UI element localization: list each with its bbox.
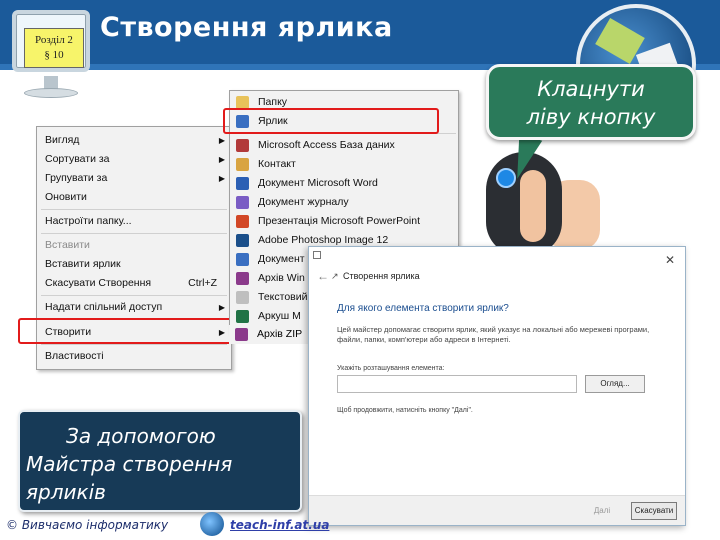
chevron-right-icon: ▶ [218, 303, 225, 312]
submenu-item-journal[interactable]: Документ журналу [230, 193, 458, 212]
submenu-item-zip-visible[interactable]: Архів ZIP [229, 325, 309, 344]
shortcut-arrow-icon: ↗ [331, 271, 339, 281]
location-input[interactable] [337, 375, 577, 393]
menu-item-undo-create[interactable]: Скасувати Створення Ctrl+Z [37, 274, 231, 293]
chevron-right-icon: ▶ [218, 155, 225, 164]
menu-item-view[interactable]: Вигляд ▶ [37, 131, 231, 150]
wizard-line2: Майстра створення [26, 452, 233, 476]
highlight-shortcut-item [223, 108, 439, 134]
footer-copyright: © Вивчаємо інформатику [6, 518, 169, 532]
globe-icon [200, 512, 224, 536]
section-badge: Розділ 2 § 10 [24, 28, 84, 68]
submenu-item-contact[interactable]: Контакт [230, 155, 458, 174]
powerpoint-icon [236, 215, 249, 228]
menu-item-group-by[interactable]: Групувати за ▶ [37, 169, 231, 188]
window-icon [313, 251, 321, 259]
highlight-new-item [18, 318, 232, 344]
callout-bubble: Клацнути ліву кнопку [486, 64, 696, 140]
excel-icon [236, 310, 249, 323]
word-icon [236, 177, 249, 190]
wizard-line3: ярликів [26, 480, 106, 504]
access-icon [236, 139, 249, 152]
contact-icon [236, 158, 249, 171]
back-arrow-icon[interactable]: ← [317, 269, 329, 283]
dialog-title: Створення ярлика [343, 271, 420, 281]
dialog-description: Цей майстер допомагає створити ярлик, як… [337, 325, 650, 344]
create-shortcut-dialog: ✕ ← ↗ Створення ярлика Для якого елемент… [308, 246, 686, 526]
dialog-footer: Далі Скасувати [309, 495, 685, 525]
journal-icon [236, 196, 249, 209]
submenu-item-powerpoint[interactable]: Презентація Microsoft PowerPoint [230, 212, 458, 231]
next-button[interactable]: Далі [579, 503, 625, 519]
dialog-titlebar: ✕ ← ↗ Створення ярлика [309, 247, 685, 291]
menu-item-paste[interactable]: Вставити [37, 236, 231, 255]
location-label: Укажіть розташування елемента: [337, 365, 445, 372]
section-line2: § 10 [44, 49, 64, 61]
archive-icon [236, 272, 249, 285]
shortcut-label: Ctrl+Z [188, 277, 217, 289]
document-icon [236, 253, 249, 266]
close-icon[interactable]: ✕ [665, 253, 675, 267]
wizard-line1: За допомогою [66, 424, 216, 448]
text-icon [236, 291, 249, 304]
wizard-label-box: За допомогою Майстра створення ярликів [18, 410, 302, 512]
chevron-right-icon: ▶ [218, 174, 225, 183]
menu-item-customize-folder[interactable]: Настроїти папку... [37, 212, 231, 231]
menu-separator [41, 233, 227, 234]
section-line1: Розділ 2 [35, 34, 73, 46]
dialog-heading: Для якого елемента створити ярлик? [337, 303, 509, 314]
menu-separator [41, 295, 227, 296]
footer-site-link[interactable]: teach-inf.at.ua [230, 518, 329, 532]
cancel-button[interactable]: Скасувати [631, 502, 677, 520]
submenu-item-access[interactable]: Microsoft Access База даних [230, 136, 458, 155]
menu-item-paste-shortcut[interactable]: Вставити ярлик [37, 255, 231, 274]
menu-separator [41, 209, 227, 210]
menu-item-share[interactable]: Надати спільний доступ ▶ [37, 298, 231, 317]
callout-line2: ліву кнопку [526, 105, 656, 129]
menu-separator [41, 344, 227, 345]
menu-item-properties[interactable]: Властивості [37, 347, 231, 366]
photoshop-icon [236, 234, 249, 247]
callout-line1: Клацнути [537, 77, 645, 101]
browse-button[interactable]: Огляд... [585, 375, 645, 393]
menu-item-sort-by[interactable]: Сортувати за ▶ [37, 150, 231, 169]
dialog-hint: Щоб продовжити, натисніть кнопку "Далі". [337, 407, 473, 414]
menu-item-refresh[interactable]: Оновити [37, 188, 231, 207]
zip-icon [235, 328, 248, 341]
page-title: Створення ярлика [100, 12, 393, 43]
submenu-item-word[interactable]: Документ Microsoft Word [230, 174, 458, 193]
